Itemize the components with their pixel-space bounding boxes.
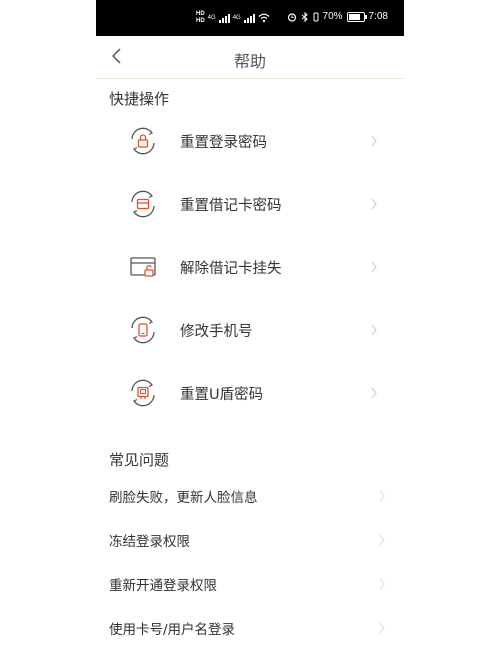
page-title: 帮助 — [233, 52, 266, 71]
faq-item-freeze-login[interactable]: 冻结登录权限 — [96, 525, 404, 555]
quick-item-change-phone[interactable]: 修改手机号 — [96, 308, 404, 352]
chevron-right-icon — [379, 578, 385, 590]
phone-screen: HD HD 4G 4G 70% 7:08 帮助 快捷操作 重置登录密码 重置借记… — [96, 0, 404, 652]
net2-label: 4G — [232, 15, 241, 21]
signal-icon — [218, 13, 230, 23]
signal-icon-2 — [243, 13, 255, 23]
net1-label: 4G — [207, 15, 216, 21]
quick-ops-title: 快捷操作 — [109, 90, 170, 108]
card-unlock-icon — [130, 257, 156, 277]
hd-bottom: HD — [196, 18, 205, 24]
hd-badge: HD HD — [196, 11, 205, 25]
faq-item-label: 使用卡号/用户名登录 — [109, 622, 236, 638]
quick-item-label: 修改手机号 — [180, 323, 253, 340]
chevron-right-icon — [379, 622, 385, 634]
battery-icon — [346, 11, 367, 22]
battery-percent: 70% — [322, 11, 343, 22]
lock-reset-icon — [131, 127, 155, 155]
chevron-right-icon — [371, 324, 377, 336]
nav-bar: 帮助 — [96, 36, 404, 79]
wifi-icon — [258, 13, 270, 23]
card-reset-icon — [131, 190, 155, 218]
vibrate-icon — [313, 12, 319, 21]
hd-top: HD — [196, 11, 205, 17]
faq-item-reopen-login[interactable]: 重新开通登录权限 — [96, 569, 404, 599]
status-left: HD HD 4G 4G — [196, 11, 270, 25]
chevron-right-icon — [371, 261, 377, 273]
status-right: 70% 7:08 — [287, 11, 388, 22]
quick-item-reset-card-password[interactable]: 重置借记卡密码 — [96, 182, 404, 226]
chevron-right-icon — [371, 135, 377, 147]
quick-item-reset-login-password[interactable]: 重置登录密码 — [96, 119, 404, 163]
chevron-right-icon — [371, 198, 377, 210]
faq-item-login-card-username[interactable]: 使用卡号/用户名登录 — [96, 613, 404, 643]
chevron-right-icon — [371, 387, 377, 399]
quick-item-reset-ukey-password[interactable]: 重置U盾密码 — [96, 371, 404, 415]
faq-item-label: 刷脸失败，更新人脸信息 — [109, 490, 258, 506]
chevron-right-icon — [379, 534, 385, 546]
faq-item-face-update[interactable]: 刷脸失败，更新人脸信息 — [96, 481, 404, 511]
chevron-right-icon — [379, 490, 385, 502]
status-bar: HD HD 4G 4G 70% 7:08 — [96, 0, 404, 36]
quick-item-label: 重置U盾密码 — [180, 386, 264, 403]
clock-time: 7:08 — [368, 11, 388, 22]
quick-item-label: 重置登录密码 — [180, 134, 267, 151]
quick-item-label: 解除借记卡挂失 — [180, 260, 282, 277]
phone-change-icon — [131, 316, 155, 344]
quick-item-label: 重置借记卡密码 — [180, 197, 282, 214]
faq-item-label: 重新开通登录权限 — [109, 578, 217, 594]
bluetooth-icon — [301, 11, 308, 22]
alarm-icon — [287, 12, 296, 22]
ukey-reset-icon — [131, 379, 155, 407]
quick-item-cancel-card-loss[interactable]: 解除借记卡挂失 — [96, 245, 404, 289]
faq-title: 常见问题 — [109, 451, 170, 469]
faq-item-label: 冻结登录权限 — [109, 534, 190, 550]
